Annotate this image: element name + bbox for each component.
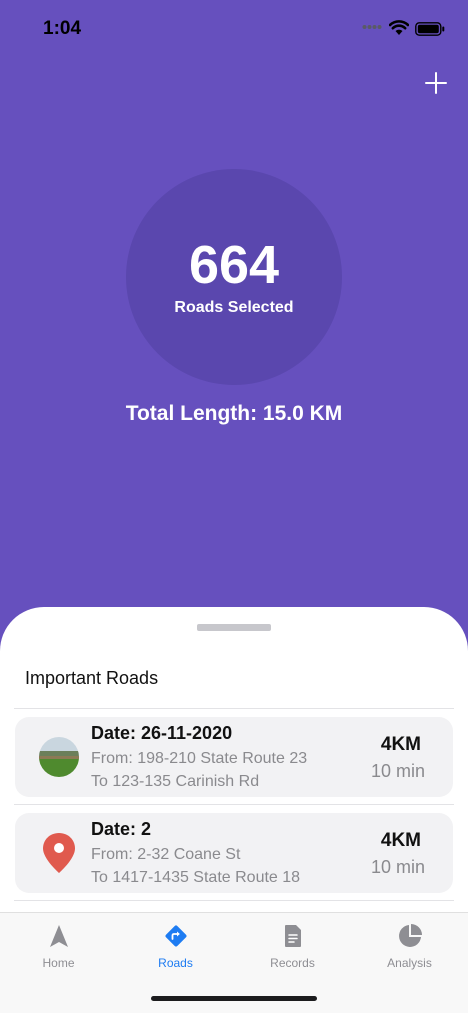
road-to: To 123-135 Carinish Rd [91,773,260,790]
road-from: From: 2-32 Coane St [91,846,241,863]
road-card[interactable]: Date: 26-11-2020 From: 198-210 State Rou… [15,717,453,797]
tab-records[interactable]: Records [234,913,351,983]
road-distance: 4KM [380,734,421,755]
tab-analysis[interactable]: Analysis [351,913,468,983]
map-pin-icon [43,833,75,873]
directions-icon [165,925,187,947]
status-time: 1:04 [43,18,82,39]
tab-analysis-label: Analysis [387,956,432,970]
tab-home-label: Home [42,956,75,970]
total-length: Total Length: 15.0 KM [125,402,343,425]
roads-count: 664 [188,235,280,295]
tab-records-label: Records [270,956,315,970]
battery-icon [415,22,445,36]
pie-chart-icon [399,924,422,947]
road-distance: 4KM [380,830,421,851]
road-duration: 10 min [370,761,425,781]
road-photo-thumbnail [39,737,79,777]
home-indicator [151,996,317,1001]
road-from: From: 198-210 State Route 23 [91,750,308,767]
road-card[interactable]: Date: 2 From: 2-32 Coane St To 1417-1435… [15,813,453,893]
roads-selected-label: Roads Selected [174,299,294,316]
road-to: To 1417-1435 State Route 18 [91,869,301,886]
tab-home[interactable]: Home [0,913,117,983]
signal-dots-icon [362,25,382,29]
status-bar: 1:04 [0,0,468,60]
divider [14,708,454,709]
tab-roads-label: Roads [158,956,193,970]
add-icon[interactable] [424,71,448,95]
document-icon [285,925,301,947]
roads-selected-circle: 664 Roads Selected [126,169,342,385]
divider [14,900,454,901]
wifi-icon [389,20,409,35]
road-date: Date: 2 [91,819,152,839]
road-date: Date: 26-11-2020 [91,723,233,743]
divider [14,804,454,805]
road-duration: 10 min [370,857,425,877]
sheet-drag-handle[interactable] [197,624,271,631]
navigation-arrow-icon [50,925,68,947]
sheet-title: Important Roads [25,668,159,688]
tab-roads[interactable]: Roads [117,913,234,983]
